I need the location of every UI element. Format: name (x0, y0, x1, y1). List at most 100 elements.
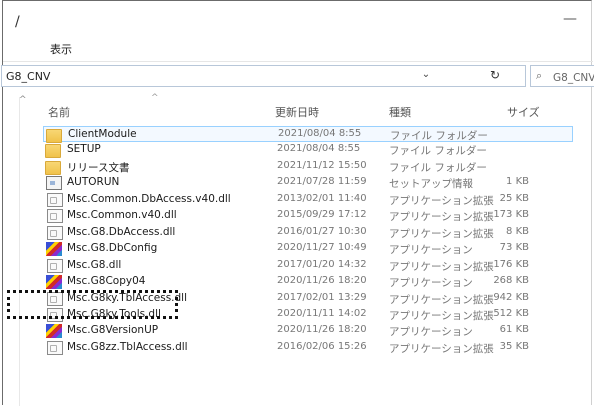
file-modified: 2017/01/20 14:32 (277, 258, 367, 270)
search-placeholder: G8_CNVの検索 (553, 72, 594, 84)
file-name: SETUP (67, 143, 101, 156)
file-modified: 2021/11/12 15:50 (277, 159, 367, 171)
address-path: G8_CNV (6, 70, 51, 83)
file-modified: 2017/02/01 13:29 (277, 291, 367, 303)
file-name: Msc.G8.DbConfig (67, 242, 158, 255)
file-type: ファイル フォルダー (389, 161, 487, 174)
folder-icon (45, 160, 61, 175)
column-header-modified[interactable]: 更新日時 (275, 104, 319, 120)
minimize-button[interactable]: — (561, 9, 579, 29)
file-type: アプリケーション拡張 (389, 293, 494, 306)
file-size: 25 KB (499, 192, 529, 204)
file-name: Msc.G8.dll (67, 258, 122, 271)
file-row[interactable]: リリース文書 2021/11/12 15:50 ファイル フォルダー (43, 159, 573, 175)
search-icon: ⌕ (536, 69, 543, 82)
file-size: 73 KB (499, 242, 529, 254)
refresh-icon[interactable]: ↻ (487, 68, 503, 84)
file-modified: 2015/09/29 17:12 (277, 209, 367, 221)
file-modified: 2021/07/28 11:59 (277, 176, 367, 188)
dll-file-icon (47, 209, 63, 224)
file-name: Msc.G8VersionUP (67, 324, 159, 337)
file-type: アプリケーション (389, 277, 473, 290)
dll-file-icon (47, 307, 63, 322)
file-name: Msc.Common.DbAccess.v40.dll (67, 192, 231, 205)
file-modified: 2016/02/06 15:26 (277, 340, 367, 352)
search-box[interactable]: ⌕ G8_CNVの検索 (530, 65, 594, 87)
file-row[interactable]: Msc.G8Copy04 2020/11/26 18:20 アプリケーション 268 … (43, 274, 573, 290)
file-size: 176 KB (493, 258, 529, 270)
column-header-size[interactable]: サイズ (507, 104, 540, 120)
file-size: 942 KB (493, 291, 529, 303)
address-bar[interactable]: G8_CNV ⌄ ↻ (1, 65, 526, 87)
file-name: ClientModule (68, 128, 137, 140)
file-modified: 2020/11/11 14:02 (277, 307, 367, 319)
file-row[interactable]: ClientModule 2021/08/04 8:55 ファイル フォルダー (43, 126, 573, 143)
file-row[interactable]: AUTORUN 2021/07/28 11:59 セットアップ情報 1 KB (43, 175, 573, 191)
ribbon-divider (3, 61, 593, 62)
file-row[interactable]: Msc.G8ky.TblAccess.dll 2017/02/01 13:29 アプ… (43, 291, 573, 307)
application-icon (46, 275, 62, 290)
sort-ascending-icon: ^ (151, 93, 159, 103)
application-icon (46, 242, 62, 257)
file-row[interactable]: Msc.G8.DbConfig 2020/11/27 10:49 アプリケーション 7… (43, 241, 573, 257)
file-name: Msc.G8ky.TblAccess.dll (67, 291, 187, 304)
file-size: 61 KB (499, 324, 529, 336)
file-row[interactable]: Msc.G8zz.TblAccess.dll 2016/02/06 15:26 アプ… (43, 340, 573, 356)
file-modified: 2021/08/04 8:55 (277, 143, 361, 155)
file-modified: 2013/02/01 11:40 (277, 192, 367, 204)
file-type: アプリケーション (389, 326, 473, 339)
file-modified: 2020/11/27 10:49 (277, 242, 367, 254)
file-name: リリース文書 (67, 161, 130, 174)
file-row[interactable]: Msc.G8ky.Tools.dll 2020/11/11 14:02 アプリケーシ… (43, 307, 573, 323)
file-size: 512 KB (493, 307, 529, 319)
menu-view[interactable]: 表示 (50, 41, 72, 57)
file-size: 35 KB (499, 340, 529, 352)
file-name: Msc.G8Copy04 (67, 275, 146, 288)
dll-file-icon (47, 291, 63, 306)
file-type: アプリケーション拡張 (389, 194, 494, 207)
file-name: AUTORUN (67, 176, 120, 189)
chevron-down-icon[interactable]: ⌄ (419, 69, 433, 83)
file-modified: 2020/11/26 18:20 (277, 275, 367, 287)
column-header-type[interactable]: 種類 (389, 104, 411, 120)
file-type: アプリケーション拡張 (389, 260, 494, 273)
dll-file-icon (47, 340, 63, 355)
column-header-row: 名前 ^ 更新日時 種類 サイズ (3, 93, 594, 123)
file-name: Msc.Common.v40.dll (67, 209, 177, 222)
file-row[interactable]: Msc.G8.dll 2017/01/20 14:32 アプリケーション拡張 176 … (43, 258, 573, 274)
folder-icon (46, 129, 62, 143)
file-modified: 2020/11/26 18:20 (277, 324, 367, 336)
file-row[interactable]: SETUP 2021/08/04 8:55 ファイル フォルダー (43, 142, 573, 159)
file-row[interactable]: Msc.Common.v40.dll 2015/09/29 17:12 アプリケーシ… (43, 208, 573, 224)
file-type: アプリケーション (389, 244, 473, 257)
explorer-window: / — 表示 G8_CNV ⌄ ↻ ⌕ G8_CNVの検索 ^ 名前 ^ 更新日… (1, 0, 594, 406)
file-name: Msc.G8.DbAccess.dll (67, 225, 176, 238)
file-type: アプリケーション拡張 (389, 342, 494, 355)
window-title-fragment: / (15, 14, 20, 30)
file-row[interactable]: Msc.G8.DbAccess.dll 2016/01/27 10:30 アプリケー… (43, 225, 573, 241)
file-size: 1 KB (506, 176, 529, 188)
file-type: ファイル フォルダー (389, 145, 487, 158)
setup-info-icon (46, 176, 62, 191)
file-name: Msc.G8zz.TblAccess.dll (67, 340, 188, 353)
file-type: アプリケーション拡張 (389, 309, 494, 322)
column-header-name[interactable]: 名前 (48, 104, 70, 120)
application-icon (46, 324, 62, 339)
file-type: セットアップ情報 (389, 178, 473, 191)
file-row[interactable]: Msc.Common.DbAccess.v40.dll 2013/02/01 11… (43, 192, 573, 208)
file-size: 8 KB (506, 225, 529, 237)
navigation-pane-divider[interactable] (19, 97, 20, 406)
file-type: アプリケーション拡張 (389, 211, 494, 224)
dll-file-icon (47, 225, 63, 240)
dll-file-icon (47, 258, 63, 273)
file-size: 268 KB (493, 275, 529, 287)
file-type: ファイル フォルダー (390, 130, 488, 142)
dll-file-icon (47, 192, 63, 207)
folder-icon (45, 144, 61, 159)
file-size: 173 KB (493, 209, 529, 221)
file-name: Msc.G8ky.Tools.dll (67, 307, 161, 320)
file-modified: 2021/08/04 8:55 (278, 128, 362, 139)
file-type: アプリケーション拡張 (389, 227, 494, 240)
file-modified: 2016/01/27 10:30 (277, 225, 367, 237)
file-row[interactable]: Msc.G8VersionUP 2020/11/26 18:20 アプリケーション 6… (43, 323, 573, 339)
